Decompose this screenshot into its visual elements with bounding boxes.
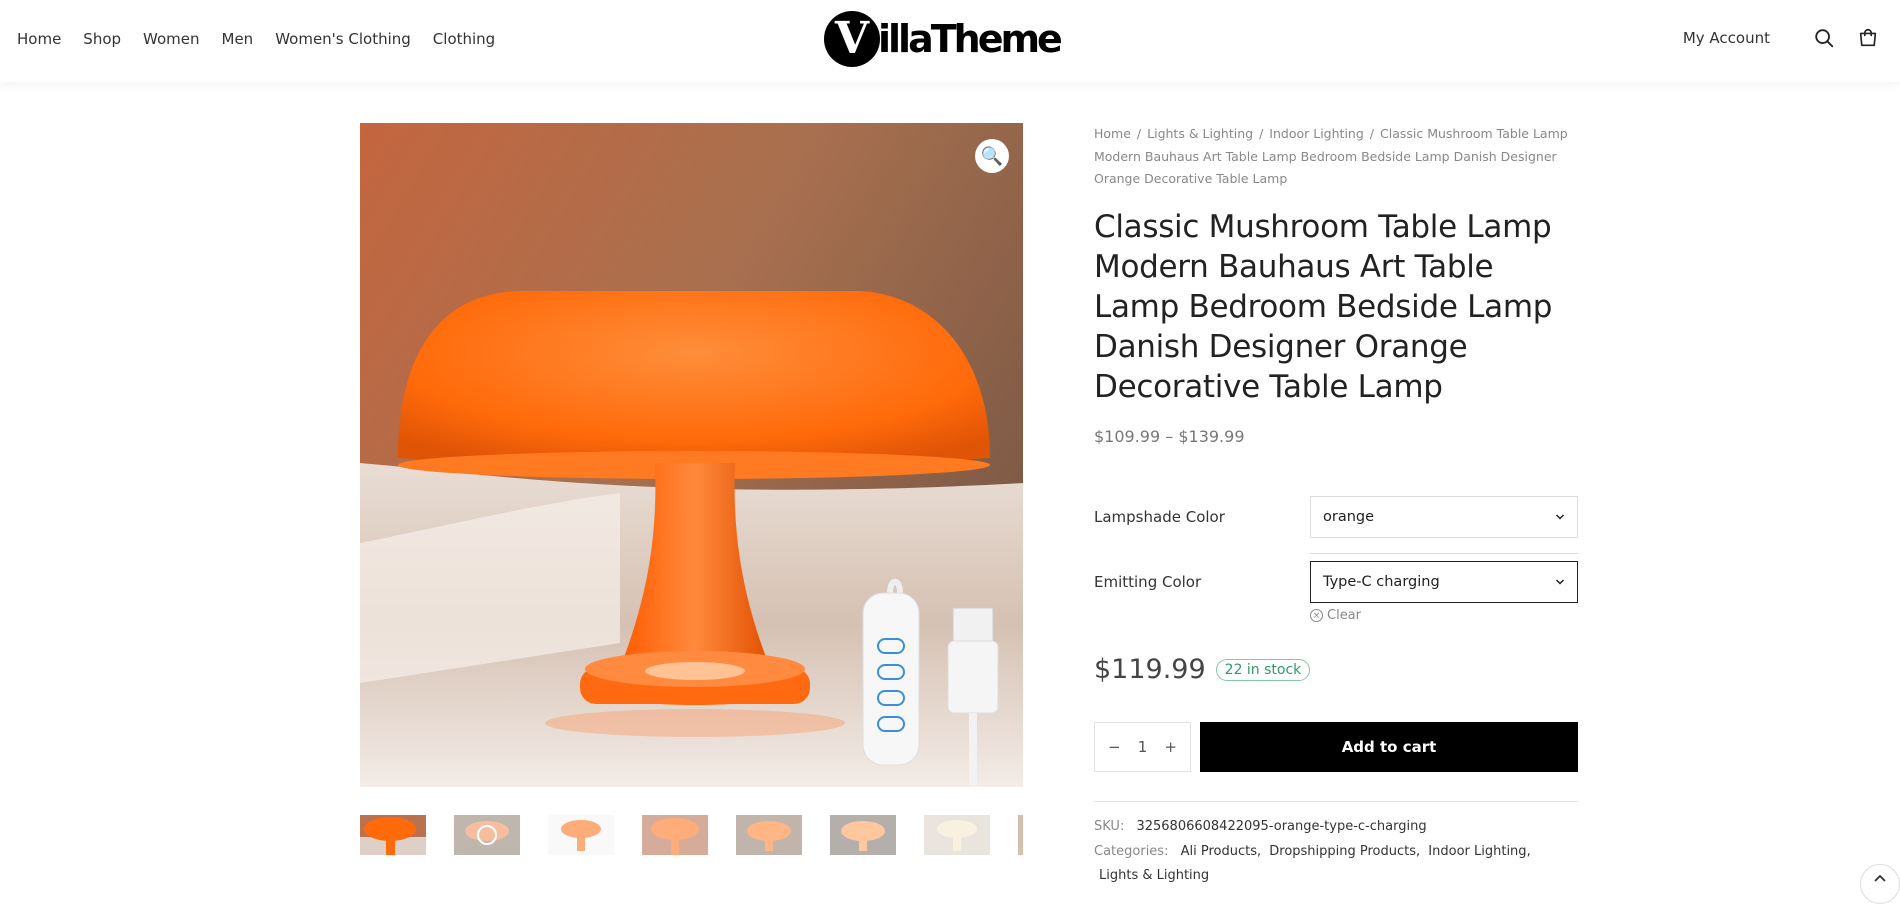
stock-badge: 22 in stock	[1215, 658, 1311, 681]
add-to-cart-row: − 1 + Add to cart	[1094, 722, 1578, 772]
site-header: Home Shop Women Men Women's Clothing Clo…	[0, 0, 1900, 82]
nav-home[interactable]: Home	[17, 30, 61, 48]
thumbnail-1[interactable]	[360, 815, 426, 855]
main-nav: Home Shop Women Men Women's Clothing Clo…	[17, 30, 517, 48]
variation-price-row: $119.99 22 in stock	[1094, 654, 1311, 685]
breadcrumb-separator: /	[1136, 126, 1142, 141]
lampshade-color-label: Lampshade Color	[1094, 508, 1225, 526]
thumbnail-3[interactable]	[548, 815, 614, 855]
emitting-color-value: Type-C charging	[1323, 574, 1440, 590]
header-actions: My Account	[1683, 26, 1880, 50]
variation-price: $119.99	[1094, 654, 1206, 685]
sku-label: SKU:	[1094, 819, 1125, 834]
thumbnail-2[interactable]	[454, 815, 520, 855]
category-lights-lighting[interactable]: Lights & Lighting	[1099, 868, 1209, 883]
minus-icon[interactable]: −	[1108, 738, 1121, 756]
nav-men[interactable]: Men	[222, 30, 254, 48]
category-indoor-lighting[interactable]: Indoor Lighting	[1428, 844, 1526, 859]
site-logo[interactable]: V illaTheme	[824, 11, 1063, 67]
clear-label: Clear	[1327, 608, 1361, 623]
lampshade-color-row: Lampshade Color orange	[1094, 496, 1578, 538]
lampshade-color-select[interactable]: orange	[1310, 496, 1578, 538]
nav-womens-clothing[interactable]: Women's Clothing	[275, 30, 411, 48]
categories-row-2: Lights & Lighting	[1094, 864, 1578, 889]
sku-value: 3256806608422095-orange-type-c-charging	[1136, 819, 1427, 834]
sku-row: SKU: 3256806608422095-orange-type-c-char…	[1094, 815, 1578, 840]
search-icon[interactable]	[1812, 26, 1836, 50]
breadcrumb-separator: /	[1259, 126, 1264, 141]
add-to-cart-button[interactable]: Add to cart	[1200, 722, 1578, 772]
product-summary: Home / Lights & Lighting / Indoor Lighting / C…	[1094, 123, 1578, 446]
logo-text: illaTheme	[878, 17, 1063, 61]
quantity-input[interactable]: 1	[1138, 738, 1148, 756]
plus-icon[interactable]: +	[1164, 738, 1177, 756]
thumbnail-7[interactable]	[924, 815, 990, 855]
lamp-photo	[360, 123, 1023, 787]
cart-icon[interactable]	[1856, 26, 1880, 50]
variation-divider	[1310, 553, 1578, 554]
category-ali-products[interactable]: Ali Products	[1181, 844, 1257, 859]
product-meta: SKU: 3256806608422095-orange-type-c-char…	[1094, 815, 1578, 889]
meta-divider	[1094, 801, 1578, 802]
clear-icon: ×	[1310, 609, 1323, 622]
logo-mark: V	[824, 11, 880, 67]
chevron-down-icon	[1555, 579, 1565, 585]
product-main-image[interactable]: 🔍	[360, 123, 1023, 787]
thumbnail-strip	[360, 815, 1023, 855]
clear-variations-link[interactable]: × Clear	[1310, 608, 1361, 623]
lampshade-color-value: orange	[1323, 509, 1375, 525]
breadcrumb: Home / Lights & Lighting / Indoor Lighting / C…	[1094, 123, 1578, 191]
chevron-up-icon	[1874, 874, 1886, 882]
nav-women[interactable]: Women	[143, 30, 199, 48]
thumbnail-6[interactable]	[830, 815, 896, 855]
breadcrumb-separator: /	[1369, 126, 1374, 141]
quantity-stepper: − 1 +	[1094, 722, 1191, 772]
zoom-button[interactable]: 🔍	[975, 139, 1009, 173]
breadcrumb-indoor-lighting[interactable]: Indoor Lighting	[1269, 126, 1363, 141]
thumbnail-8[interactable]	[1018, 815, 1023, 855]
emitting-color-row: Emitting Color Type-C charging	[1094, 561, 1578, 603]
thumbnail-4[interactable]	[642, 815, 708, 855]
breadcrumb-lights-lighting[interactable]: Lights & Lighting	[1147, 126, 1253, 141]
emitting-color-select[interactable]: Type-C charging	[1310, 561, 1578, 603]
nav-shop[interactable]: Shop	[83, 30, 121, 48]
category-dropshipping-products[interactable]: Dropshipping Products	[1269, 844, 1416, 859]
emitting-color-label: Emitting Color	[1094, 573, 1202, 591]
my-account-link[interactable]: My Account	[1683, 29, 1770, 47]
breadcrumb-home[interactable]: Home	[1094, 126, 1131, 141]
thumbnail-5[interactable]	[736, 815, 802, 855]
nav-clothing[interactable]: Clothing	[433, 30, 495, 48]
chevron-down-icon	[1555, 514, 1565, 520]
categories-row: Categories: Ali Products, Dropshipping P…	[1094, 843, 1531, 859]
magnifier-icon: 🔍	[980, 145, 1004, 167]
product-title: Classic Mushroom Table Lamp Modern Bauha…	[1094, 208, 1553, 405]
price-range: $109.99 – $139.99	[1094, 426, 1245, 446]
categories-label: Categories:	[1094, 843, 1169, 859]
scroll-to-top-button[interactable]	[1860, 864, 1900, 904]
